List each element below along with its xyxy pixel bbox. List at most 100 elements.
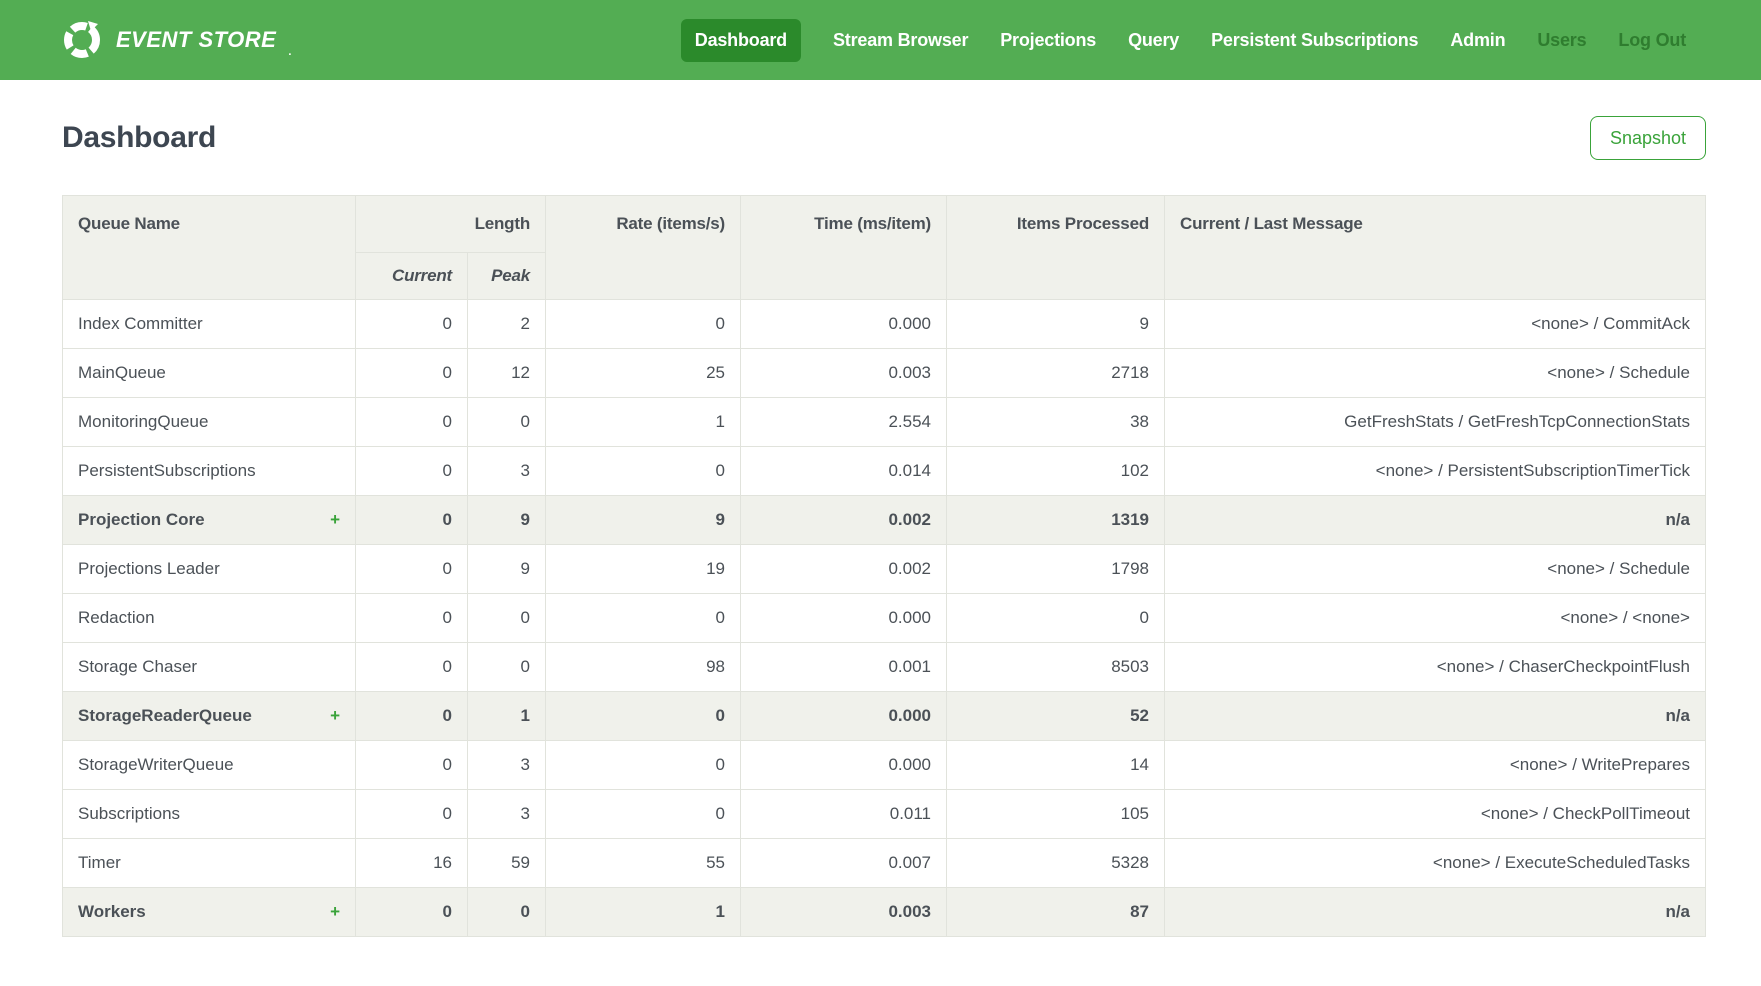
queue-time: 0.007 <box>741 839 947 888</box>
queue-name-cell: Index Committer <box>63 300 356 349</box>
brand-logo[interactable]: EVENT STORE . <box>60 18 291 62</box>
queue-row: Subscriptions0300.011105<none> / CheckPo… <box>63 790 1706 839</box>
column-header-peak: Peak <box>468 253 546 300</box>
nav-item-dashboard[interactable]: Dashboard <box>681 19 801 62</box>
queue-rate: 9 <box>546 496 741 545</box>
queue-length-peak: 3 <box>468 741 546 790</box>
queue-time: 0.011 <box>741 790 947 839</box>
queue-length-current: 0 <box>356 692 468 741</box>
queue-time: 0.003 <box>741 888 947 937</box>
page-head: Dashboard Snapshot <box>62 116 1706 160</box>
queue-message: <none> / PersistentSubscriptionTimerTick <box>1165 447 1706 496</box>
queue-group-row: Projection Core+0990.0021319n/a <box>63 496 1706 545</box>
snapshot-button[interactable]: Snapshot <box>1590 116 1706 160</box>
event-store-logo-icon <box>60 18 104 62</box>
column-header-time: Time (ms/item) <box>741 196 947 300</box>
queue-rate: 0 <box>546 300 741 349</box>
queue-time: 0.002 <box>741 496 947 545</box>
queue-rate: 25 <box>546 349 741 398</box>
queue-message: <none> / CommitAck <box>1165 300 1706 349</box>
queue-length-current: 0 <box>356 496 468 545</box>
queue-message: n/a <box>1165 888 1706 937</box>
queue-rate: 1 <box>546 888 741 937</box>
queue-items-processed: 0 <box>947 594 1165 643</box>
queue-name-cell: Subscriptions <box>63 790 356 839</box>
expand-icon[interactable]: + <box>330 510 340 530</box>
queue-name-cell: Projection Core+ <box>63 496 356 545</box>
queue-time: 0.000 <box>741 300 947 349</box>
queue-name-cell: MainQueue <box>63 349 356 398</box>
queue-row: Index Committer0200.0009<none> / CommitA… <box>63 300 1706 349</box>
queue-length-current: 0 <box>356 300 468 349</box>
queue-length-current: 16 <box>356 839 468 888</box>
queue-length-peak: 3 <box>468 790 546 839</box>
queue-name-cell: PersistentSubscriptions <box>63 447 356 496</box>
queue-rate: 0 <box>546 790 741 839</box>
queue-time: 0.002 <box>741 545 947 594</box>
queue-message: <none> / ChaserCheckpointFlush <box>1165 643 1706 692</box>
queue-rate: 1 <box>546 398 741 447</box>
queue-rate: 0 <box>546 447 741 496</box>
nav-item-log-out[interactable]: Log Out <box>1618 30 1686 51</box>
queue-items-processed: 1319 <box>947 496 1165 545</box>
queue-name-cell: StorageWriterQueue <box>63 741 356 790</box>
expand-icon[interactable]: + <box>330 902 340 922</box>
queue-length-current: 0 <box>356 741 468 790</box>
queue-time: 2.554 <box>741 398 947 447</box>
dashboard-page: Dashboard Snapshot Queue Name Length Rat… <box>0 116 1761 977</box>
queue-name: Projections Leader <box>78 559 220 579</box>
nav-item-stream-browser[interactable]: Stream Browser <box>833 30 968 51</box>
brand-mark: . <box>288 46 291 62</box>
queue-rate: 0 <box>546 594 741 643</box>
queue-length-peak: 0 <box>468 643 546 692</box>
nav-item-persistent-subscriptions[interactable]: Persistent Subscriptions <box>1211 30 1418 51</box>
queue-length-peak: 1 <box>468 692 546 741</box>
queue-name-cell: Timer <box>63 839 356 888</box>
queue-row: Storage Chaser00980.0018503<none> / Chas… <box>63 643 1706 692</box>
queue-name: StorageWriterQueue <box>78 755 234 775</box>
queue-time: 0.001 <box>741 643 947 692</box>
queue-items-processed: 1798 <box>947 545 1165 594</box>
queue-name: Storage Chaser <box>78 657 197 677</box>
queue-items-processed: 9 <box>947 300 1165 349</box>
queue-row: Redaction0000.0000<none> / <none> <box>63 594 1706 643</box>
nav-item-admin[interactable]: Admin <box>1450 30 1505 51</box>
queue-name: PersistentSubscriptions <box>78 461 256 481</box>
queue-name-cell: Projections Leader <box>63 545 356 594</box>
main-nav: Dashboard Stream Browser Projections Query P… <box>681 19 1686 62</box>
queue-items-processed: 14 <box>947 741 1165 790</box>
queue-row: MainQueue012250.0032718<none> / Schedule <box>63 349 1706 398</box>
brand-name: EVENT STORE <box>116 27 276 53</box>
queue-length-peak: 0 <box>468 888 546 937</box>
queues-table: Queue Name Length Rate (items/s) Time (m… <box>62 195 1706 937</box>
navbar: EVENT STORE . Dashboard Stream Browser Pro… <box>0 0 1761 80</box>
nav-item-users[interactable]: Users <box>1537 30 1586 51</box>
nav-item-query[interactable]: Query <box>1128 30 1179 51</box>
queue-length-peak: 0 <box>468 594 546 643</box>
expand-icon[interactable]: + <box>330 706 340 726</box>
nav-item-projections[interactable]: Projections <box>1000 30 1096 51</box>
queue-message: <none> / Schedule <box>1165 349 1706 398</box>
queue-length-peak: 59 <box>468 839 546 888</box>
queue-length-peak: 9 <box>468 545 546 594</box>
queue-name: Subscriptions <box>78 804 180 824</box>
queue-items-processed: 87 <box>947 888 1165 937</box>
queue-items-processed: 5328 <box>947 839 1165 888</box>
queue-group-row: StorageReaderQueue+0100.00052n/a <box>63 692 1706 741</box>
queue-message: <none> / Schedule <box>1165 545 1706 594</box>
queue-length-current: 0 <box>356 643 468 692</box>
queue-length-current: 0 <box>356 594 468 643</box>
column-header-length: Length <box>356 196 546 253</box>
queue-message: <none> / <none> <box>1165 594 1706 643</box>
column-header-message: Current / Last Message <box>1165 196 1706 300</box>
queue-message: <none> / WritePrepares <box>1165 741 1706 790</box>
queue-time: 0.000 <box>741 692 947 741</box>
queue-row: MonitoringQueue0012.55438GetFreshStats /… <box>63 398 1706 447</box>
queue-items-processed: 52 <box>947 692 1165 741</box>
queue-length-peak: 0 <box>468 398 546 447</box>
queue-length-peak: 2 <box>468 300 546 349</box>
queue-rate: 98 <box>546 643 741 692</box>
queue-name: Redaction <box>78 608 155 628</box>
queue-items-processed: 102 <box>947 447 1165 496</box>
queue-rate: 55 <box>546 839 741 888</box>
